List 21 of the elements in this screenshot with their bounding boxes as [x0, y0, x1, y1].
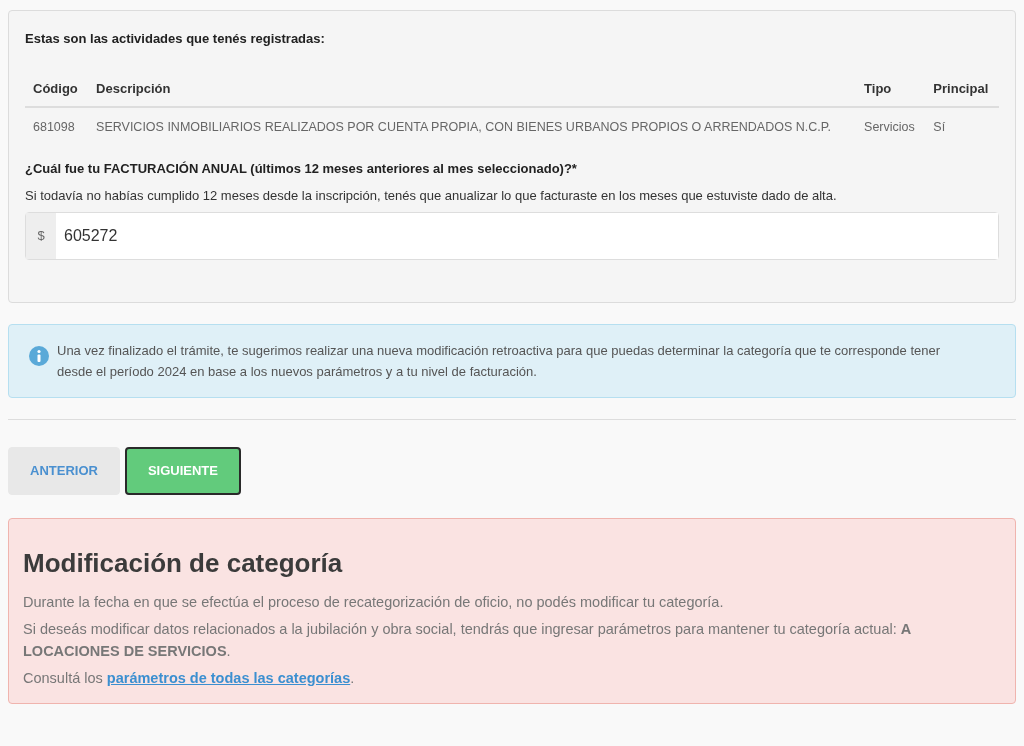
table-cell: Sí: [933, 120, 946, 134]
column-header: Principal: [933, 80, 989, 96]
info-icon: [29, 346, 49, 366]
alert-paragraph: Si deseás modificar datos relacionados a la jubilación y obra social, tendrás que ingresar parámetros para mantener tu categoría actual: A LOCACIONES DE SERVICIOS.: [23, 620, 912, 661]
billing-input[interactable]: $ 605272: [25, 212, 999, 260]
intro-text: Estas son las actividades que tenés registradas:: [25, 30, 326, 48]
info-text: Una vez finalizado el trámite, te sugerimos realizar una nueva modificación retroactiva para que puedas determinar la categoría que te corresponde tener desde el período 2024 en base a los nuevos parámetros y a tu nivel de facturación.: [57, 342, 942, 381]
currency-prefix: $: [26, 213, 56, 259]
column-header: Tipo: [864, 80, 892, 96]
nav-button[interactable]: ANTERIOR: [8, 447, 120, 495]
alert-paragraph: Consultá los parámetros de todas las categorías.: [23, 669, 356, 688]
table-cell: 681098: [33, 120, 75, 134]
nav-button[interactable]: SIGUIENTE: [124, 447, 241, 495]
column-header: Código: [33, 80, 78, 96]
alert-title: Modificación de categoría: [23, 547, 344, 579]
table-cell: SERVICIOS INMOBILIARIOS REALIZADOS POR CUENTA PROPIA, CON BIENES URBANOS PROPIOS O ARRENDADOS N.C.P.: [96, 120, 831, 134]
billing-hint: Si todavía no habías cumplido 12 meses desde la inscripción, tenés que anualizar lo que facturaste en los meses que estuviste dado de alta.: [25, 186, 838, 205]
table-cell: Servicios: [864, 120, 915, 134]
billing-question: ¿Cuál fue tu FACTURACIÓN ANUAL (últimos 12 meses anteriores al mes seleccionado)?*: [25, 160, 578, 178]
alert-paragraph: Durante la fecha en que se efectúa el proceso de recategorización de oficio, no podés modificar tu categoría.: [23, 593, 725, 612]
column-header: Descripción: [96, 80, 171, 96]
